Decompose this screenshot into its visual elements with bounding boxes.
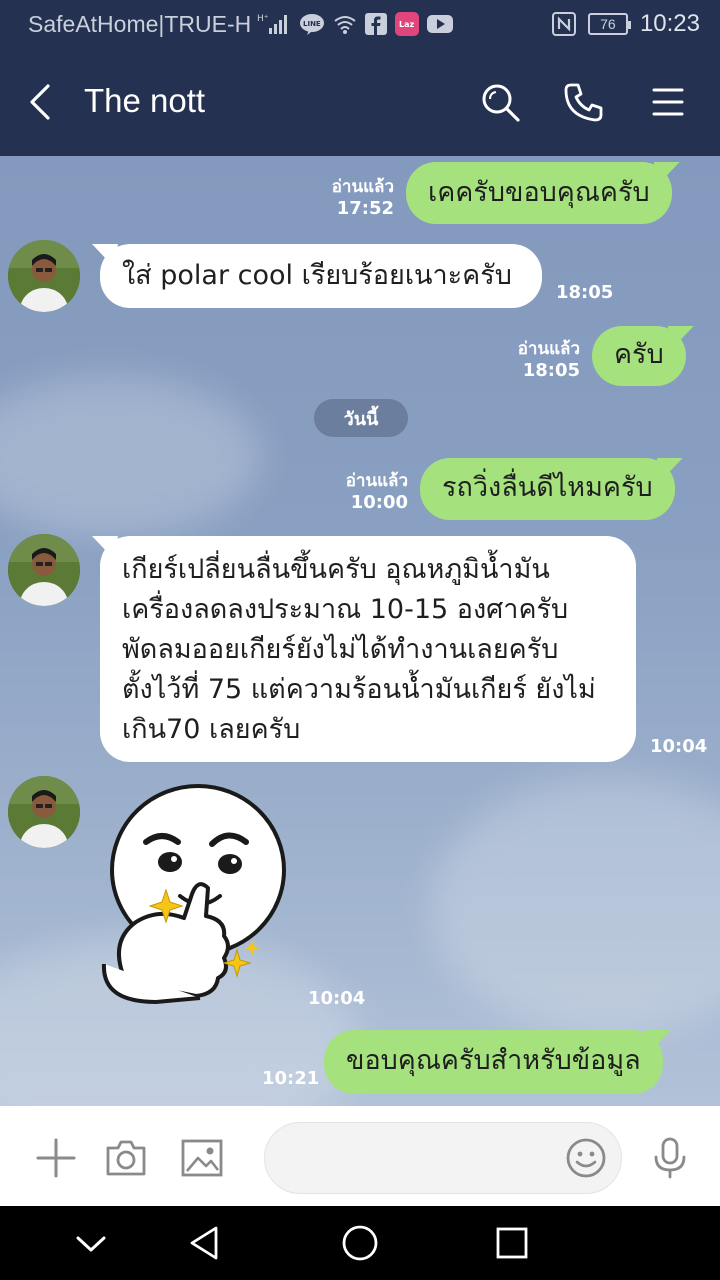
recent-apps-square-icon[interactable] bbox=[491, 1222, 533, 1264]
read-receipt: อ่านแล้ว bbox=[331, 177, 394, 197]
avatar[interactable] bbox=[8, 534, 80, 606]
clock: 10:23 bbox=[639, 10, 700, 37]
message-meta: อ่านแล้ว 17:52 bbox=[300, 176, 394, 220]
plus-icon[interactable] bbox=[34, 1136, 78, 1180]
emoji-icon[interactable] bbox=[564, 1136, 608, 1180]
message-outgoing[interactable]: รถวิ่งลื่นดีไหมครับ bbox=[420, 458, 683, 520]
avatar-image bbox=[8, 776, 80, 848]
message-time: 10:04 bbox=[650, 736, 708, 757]
hide-keyboard-chevron-icon[interactable] bbox=[70, 1222, 112, 1264]
avatar-image bbox=[8, 534, 80, 606]
message-time: 10:04 bbox=[308, 988, 366, 1009]
avatar[interactable] bbox=[8, 776, 80, 848]
nfc-icon bbox=[551, 12, 576, 36]
line-app-icon: LINE bbox=[300, 14, 325, 35]
back-arrow-icon[interactable] bbox=[22, 82, 62, 122]
message-outgoing[interactable]: ขอบคุณครับสำหรับข้อมูล bbox=[324, 1030, 671, 1094]
status-bar: SafeAtHome|TRUE-H H⁺ LINE Laz 76 10:23 bbox=[0, 0, 720, 48]
message-text: รถวิ่งลื่นดีไหมครับ bbox=[420, 458, 675, 520]
avatar-image bbox=[8, 240, 80, 312]
message-line: เกียร์เปลี่ยนลื่นขึ้นครับ อุณหภูมิน้ำมัน bbox=[122, 554, 550, 585]
message-time: 18:05 bbox=[556, 282, 614, 303]
background-cloud bbox=[430, 776, 720, 1036]
message-line: เกิน70 เลยครับ bbox=[122, 714, 301, 745]
message-line: ตั้งไว้ที่ 75 แต่ความร้อนน้ำมันเกียร์ ยั… bbox=[122, 674, 596, 705]
signal-icon: H⁺ bbox=[257, 14, 288, 34]
avatar[interactable] bbox=[8, 240, 80, 312]
menu-icon[interactable] bbox=[646, 80, 690, 124]
wifi-icon bbox=[334, 16, 356, 34]
read-receipt: อ่านแล้ว bbox=[345, 471, 408, 491]
system-navigation-bar bbox=[0, 1206, 720, 1280]
message-line: พัดลมออยเกียร์ยังไม่ได้ทำงานเลยครับ bbox=[122, 634, 559, 665]
message-meta: อ่านแล้ว 10:00 bbox=[314, 470, 408, 514]
status-icons: H⁺ LINE Laz bbox=[257, 12, 454, 36]
message-time: 10:21 bbox=[262, 1068, 320, 1089]
microphone-icon[interactable] bbox=[648, 1136, 692, 1180]
message-input-bar bbox=[0, 1106, 720, 1206]
message-outgoing[interactable]: เคครับขอบคุณครับ bbox=[406, 162, 680, 224]
camera-icon[interactable] bbox=[104, 1136, 148, 1180]
battery-indicator: 76 bbox=[587, 13, 631, 35]
youtube-icon bbox=[427, 15, 454, 33]
read-receipt: อ่านแล้ว bbox=[517, 339, 580, 359]
message-incoming[interactable]: เกียร์เปลี่ยนลื่นขึ้นครับ อุณหภูมิน้ำมัน… bbox=[92, 536, 636, 762]
back-triangle-icon[interactable] bbox=[184, 1222, 226, 1264]
thumbs-up-sticker[interactable] bbox=[96, 782, 296, 1014]
chat-title: The nott bbox=[84, 82, 206, 119]
image-gallery-icon[interactable] bbox=[180, 1136, 224, 1180]
message-time: 10:00 bbox=[350, 492, 408, 513]
message-text: ใส่ polar cool เรียบร้อยเนาะครับ bbox=[100, 244, 542, 308]
message-text: เกียร์เปลี่ยนลื่นขึ้นครับ อุณหภูมิน้ำมัน… bbox=[100, 536, 636, 762]
message-meta: อ่านแล้ว 18:05 bbox=[486, 338, 580, 382]
carrier-label: SafeAtHome|TRUE-H bbox=[28, 10, 252, 37]
message-time: 18:05 bbox=[522, 360, 580, 381]
lazada-icon: Laz bbox=[395, 12, 420, 36]
svg-text:Laz: Laz bbox=[399, 20, 414, 29]
message-incoming[interactable]: ใส่ polar cool เรียบร้อยเนาะครับ bbox=[92, 244, 542, 308]
search-icon[interactable] bbox=[478, 80, 522, 124]
message-text: ขอบคุณครับสำหรับข้อมูล bbox=[324, 1030, 663, 1094]
chat-area[interactable]: อ่านแล้ว 17:52 เคครับขอบคุณครับ ใส่ pola… bbox=[0, 156, 720, 1106]
message-line: เครื่องลดลงประมาณ 10-15 องศาครับ bbox=[122, 594, 569, 625]
background-cloud bbox=[0, 376, 260, 536]
message-outgoing[interactable]: ครับ bbox=[592, 326, 694, 386]
facebook-icon bbox=[365, 13, 388, 35]
svg-text:H⁺: H⁺ bbox=[257, 14, 269, 24]
message-time: 17:52 bbox=[336, 198, 394, 219]
message-text: เคครับขอบคุณครับ bbox=[406, 162, 672, 224]
home-circle-icon[interactable] bbox=[339, 1222, 381, 1264]
phone-call-icon[interactable] bbox=[562, 80, 606, 124]
chat-header: The nott bbox=[0, 48, 720, 156]
svg-text:LINE: LINE bbox=[303, 20, 321, 28]
date-separator: วันนี้ bbox=[314, 399, 408, 437]
